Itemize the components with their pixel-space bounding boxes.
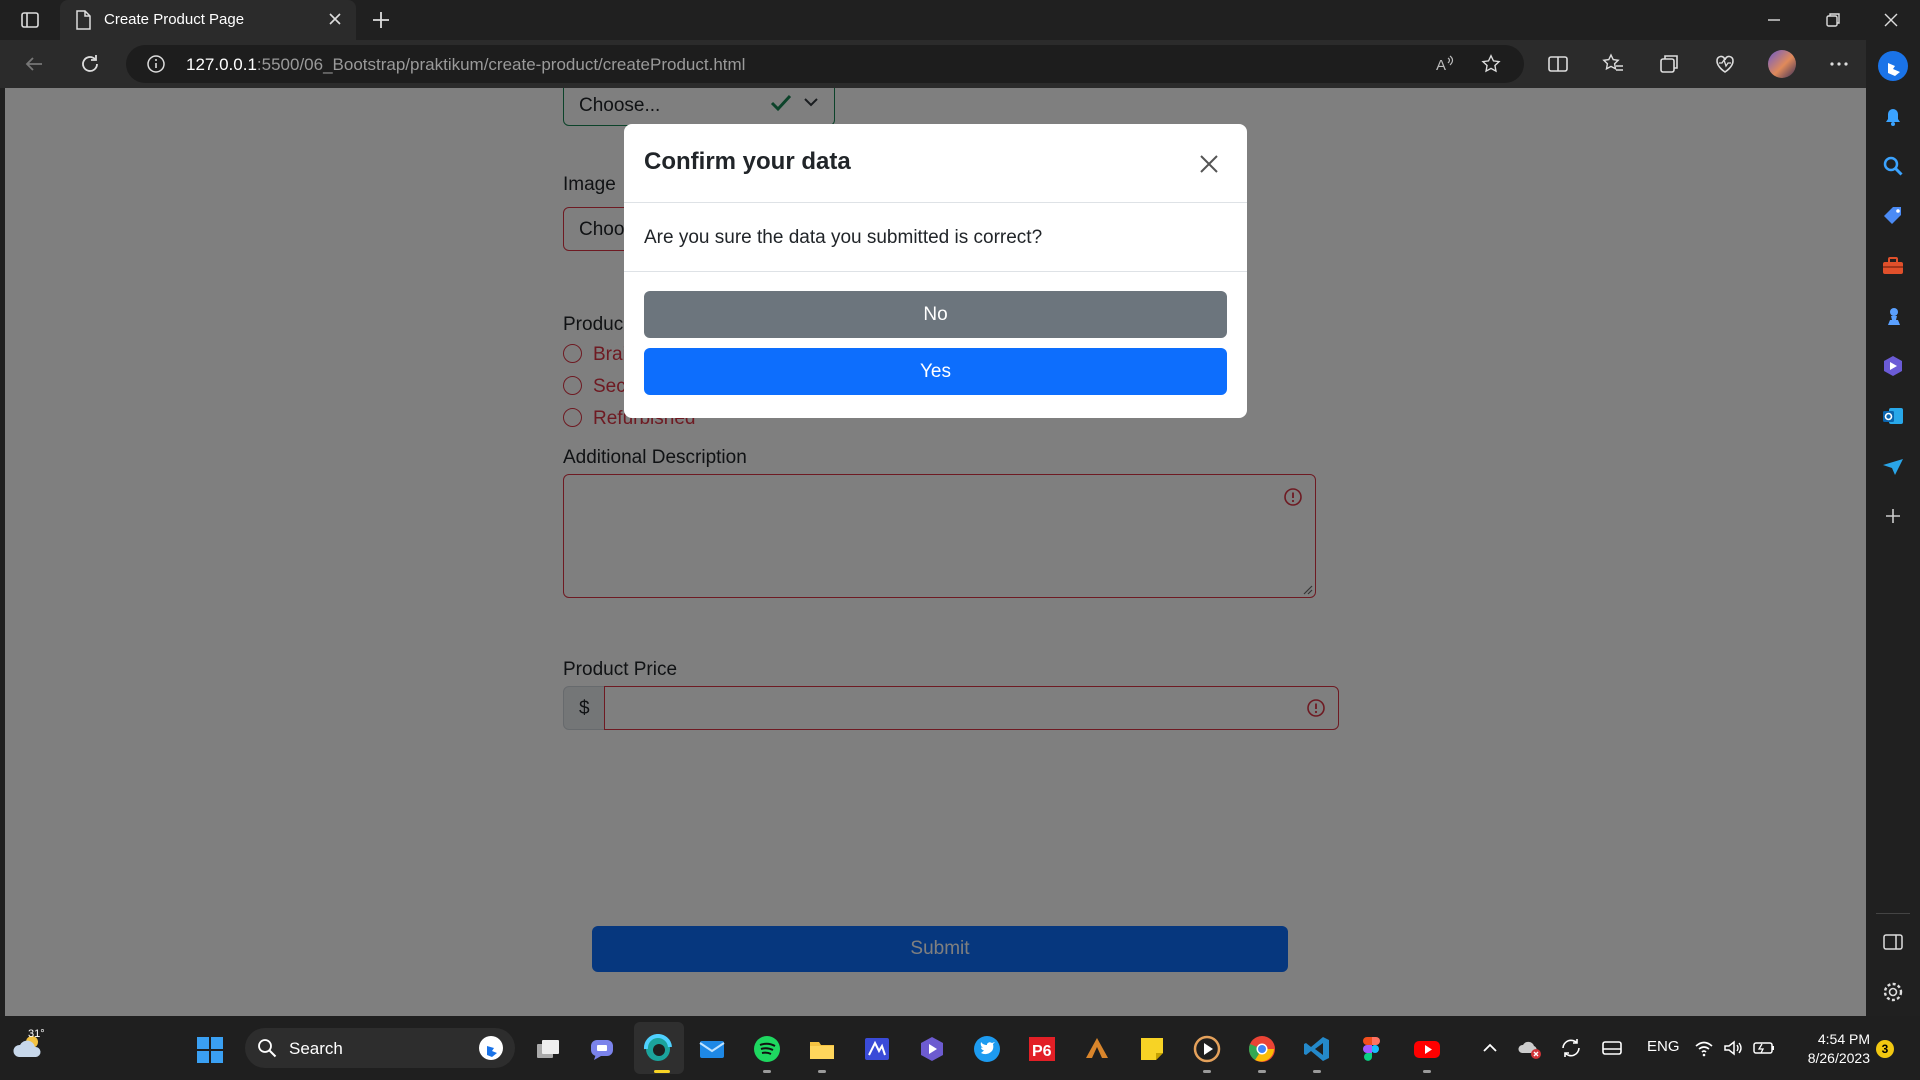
language-indicator[interactable]: ENG <box>1647 1038 1680 1055</box>
modal-message: Are you sure the data you submitted is c… <box>644 227 1043 248</box>
tab-actions-icon[interactable] <box>18 8 42 32</box>
svg-text:P6: P6 <box>1032 1043 1052 1060</box>
taskbar: 31° Search P6 ENG 4:54 PM 8/26/2023 3 <box>0 1016 1920 1080</box>
tag-icon[interactable] <box>1880 203 1906 229</box>
maple-app-icon[interactable] <box>862 1034 892 1064</box>
chess-icon[interactable] <box>1880 303 1906 329</box>
search-placeholder: Search <box>289 1039 343 1058</box>
search-icon <box>258 1039 277 1058</box>
document-icon <box>76 10 91 30</box>
restore-icon[interactable] <box>1821 8 1845 32</box>
split-screen-icon[interactable] <box>1546 52 1570 76</box>
running-app-indicator <box>1313 1070 1321 1073</box>
mail-icon[interactable] <box>697 1034 727 1064</box>
settings-icon[interactable] <box>1880 979 1906 1005</box>
system-clock[interactable]: 4:54 PM 8/26/2023 <box>1790 1030 1870 1068</box>
modal-title: Confirm your data <box>644 148 851 175</box>
address-bar[interactable]: 127.0.0.1:5500/06_Bootstrap/praktikum/cr… <box>126 45 1524 83</box>
taskbar-search[interactable]: Search <box>245 1028 515 1068</box>
windows-start-icon[interactable] <box>196 1036 224 1064</box>
site-info-icon[interactable] <box>146 54 166 74</box>
confirm-modal: Confirm your data Are you sure the data … <box>624 124 1247 418</box>
favorite-star-icon[interactable] <box>1480 53 1502 75</box>
running-app-indicator <box>763 1070 771 1073</box>
bell-icon[interactable] <box>1880 103 1906 129</box>
sync-icon[interactable] <box>1558 1036 1584 1060</box>
navigation-bar: 127.0.0.1:5500/06_Bootstrap/praktikum/cr… <box>0 40 1920 88</box>
bing-icon <box>479 1036 503 1060</box>
volume-icon[interactable] <box>1722 1036 1744 1060</box>
back-arrow-icon[interactable] <box>22 52 46 76</box>
tab-title: Create Product Page <box>104 11 245 28</box>
search-icon[interactable] <box>1880 153 1906 179</box>
chevron-up-icon[interactable] <box>1480 1036 1500 1060</box>
running-app-indicator <box>1203 1070 1211 1073</box>
media-player-icon[interactable] <box>1192 1034 1222 1064</box>
minimize-icon[interactable] <box>1762 8 1786 32</box>
clock-date: 8/26/2023 <box>1807 1050 1870 1066</box>
file-explorer-icon[interactable] <box>807 1034 837 1064</box>
more-options-icon[interactable] <box>1827 52 1851 76</box>
wifi-icon[interactable] <box>1693 1036 1715 1060</box>
collections-icon[interactable] <box>1657 52 1681 76</box>
running-app-indicator <box>818 1070 826 1073</box>
svg-text:A: A <box>1436 57 1446 74</box>
modal-body: Are you sure the data you submitted is c… <box>624 203 1247 272</box>
task-view-icon[interactable] <box>533 1034 563 1064</box>
close-window-icon[interactable] <box>1879 8 1903 32</box>
plus-icon[interactable] <box>1880 503 1906 529</box>
send-icon[interactable] <box>1880 453 1906 479</box>
onedrive-error-icon[interactable] <box>1518 1036 1544 1060</box>
close-icon[interactable] <box>1194 149 1224 179</box>
favorites-icon[interactable] <box>1601 52 1625 76</box>
url-text: 127.0.0.1:5500/06_Bootstrap/praktikum/cr… <box>186 55 746 74</box>
bing-copilot-icon[interactable] <box>1876 49 1910 83</box>
keyboard-layout-icon[interactable] <box>1600 1036 1624 1060</box>
teams-chat-icon[interactable] <box>587 1034 617 1064</box>
page-viewport: Choose... Image Choo Produc Brai Sec Ref… <box>5 88 1866 1016</box>
close-tab-icon[interactable] <box>326 10 344 28</box>
yes-button[interactable]: Yes <box>644 348 1227 395</box>
browser-essentials-icon[interactable] <box>1713 52 1737 76</box>
battery-icon[interactable] <box>1752 1036 1776 1060</box>
spotify-icon[interactable] <box>752 1034 782 1064</box>
sidebar-panel-icon[interactable] <box>1880 929 1906 955</box>
new-tab-icon[interactable] <box>369 8 393 32</box>
tab-bar: Create Product Page <box>0 0 1920 40</box>
profile-avatar[interactable] <box>1768 50 1796 78</box>
pma-app-icon[interactable] <box>1082 1034 1112 1064</box>
sticky-notes-icon[interactable] <box>1137 1034 1167 1064</box>
copilot-icon[interactable] <box>1880 353 1906 379</box>
notification-badge[interactable]: 3 <box>1876 1040 1894 1058</box>
figma-icon[interactable] <box>1357 1034 1387 1064</box>
edge-sidebar <box>1866 40 1920 1040</box>
refresh-icon[interactable] <box>78 52 102 76</box>
outlook-icon[interactable] <box>1880 403 1906 429</box>
copilot-app-icon[interactable] <box>917 1034 947 1064</box>
running-app-indicator <box>1258 1070 1266 1073</box>
no-button[interactable]: No <box>644 291 1227 338</box>
weather-widget[interactable]: 31° <box>12 1028 46 1069</box>
modal-header: Confirm your data <box>624 124 1247 203</box>
twitter-icon[interactable] <box>972 1034 1002 1064</box>
toolbox-icon[interactable] <box>1880 253 1906 279</box>
sidebar-divider <box>1876 913 1910 914</box>
tab-active[interactable]: Create Product Page <box>60 0 356 40</box>
clock-time: 4:54 PM <box>1817 1031 1870 1047</box>
read-aloud-icon[interactable]: A <box>1434 53 1456 75</box>
youtube-icon[interactable] <box>1412 1034 1442 1064</box>
chrome-icon[interactable] <box>1247 1034 1277 1064</box>
vscode-icon[interactable] <box>1302 1034 1332 1064</box>
edge-browser-icon[interactable] <box>643 1034 673 1064</box>
temperature: 31° <box>28 1028 45 1040</box>
running-app-indicator <box>1423 1070 1431 1073</box>
active-app-indicator <box>654 1070 670 1073</box>
primavera-p6-icon[interactable]: P6 <box>1027 1034 1057 1064</box>
